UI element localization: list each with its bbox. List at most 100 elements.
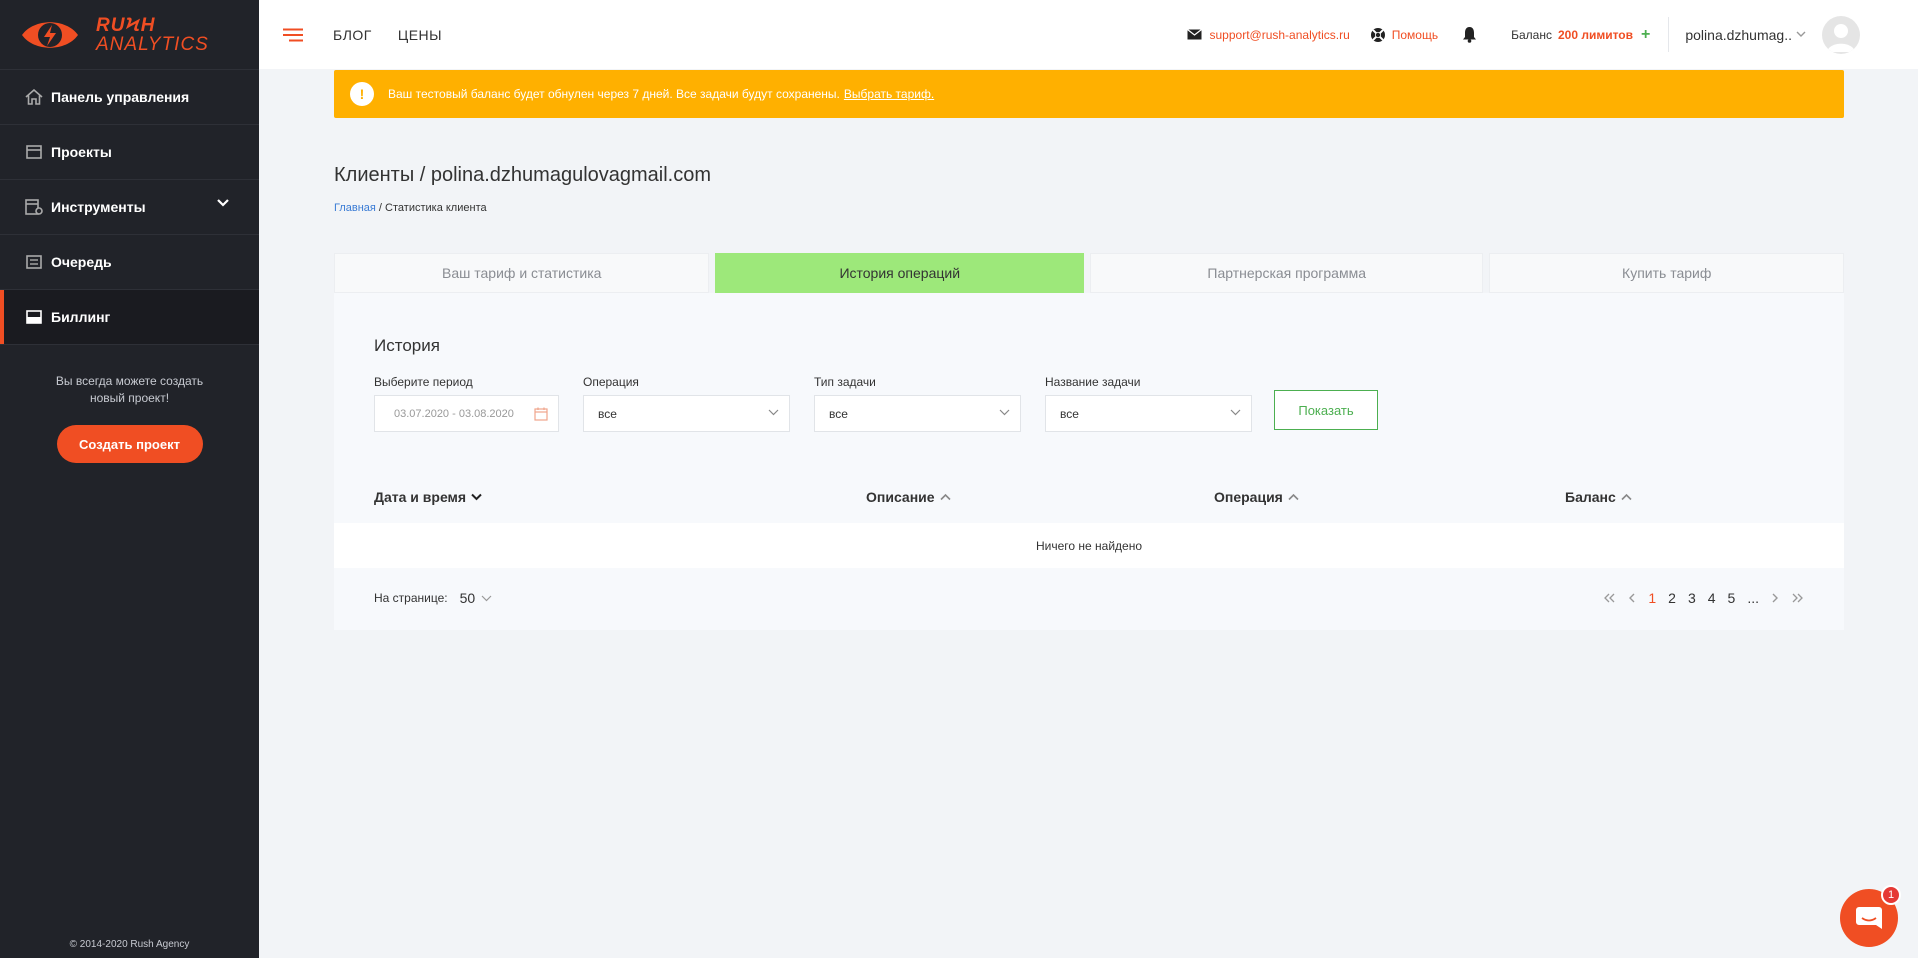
- sort-asc-icon: [1288, 493, 1299, 501]
- period-date-range-input[interactable]: 03.07.2020 - 03.08.2020: [374, 395, 559, 432]
- page-link[interactable]: 4: [1708, 590, 1716, 606]
- bell-icon[interactable]: [1462, 26, 1477, 43]
- page-link[interactable]: 5: [1728, 590, 1736, 606]
- logo-text: RUϞH ANALYTICS: [96, 16, 209, 54]
- column-label: Дата и время: [374, 489, 467, 505]
- projects-icon: [24, 143, 44, 161]
- chevron-down-icon: [768, 409, 779, 416]
- pagination: 1 2 3 4 5 ...: [1591, 590, 1804, 606]
- sidebar-item-queue[interactable]: Очередь: [0, 235, 259, 290]
- operation-filter: Операция все: [583, 375, 790, 432]
- show-button[interactable]: Показать: [1274, 390, 1378, 430]
- sidebar-item-label: Инструменты: [51, 199, 146, 215]
- sidebar-item-projects[interactable]: Проекты: [0, 125, 259, 180]
- chevron-down-icon: [1796, 31, 1806, 37]
- add-balance-button[interactable]: +: [1641, 26, 1650, 44]
- sidebar-item-label: Биллинг: [51, 309, 111, 325]
- first-page-icon[interactable]: [1603, 590, 1616, 606]
- breadcrumb-current: Статистика клиента: [385, 202, 487, 214]
- sidebar: RUϞH ANALYTICS Панель управления Проекты…: [0, 0, 259, 958]
- task-type-filter: Тип задачи все: [814, 375, 1021, 432]
- page-ellipsis[interactable]: ...: [1747, 590, 1759, 606]
- create-project-button[interactable]: Создать проект: [56, 425, 203, 463]
- next-page-icon[interactable]: [1771, 590, 1779, 606]
- nav-link-blog[interactable]: БЛОГ: [333, 27, 372, 43]
- empty-table-row: Ничего не найдено: [334, 523, 1844, 568]
- support-link[interactable]: support@rush-analytics.ru: [1186, 27, 1350, 42]
- user-avatar-icon: [1827, 23, 1855, 52]
- tab-partner-program[interactable]: Партнерская программа: [1090, 253, 1484, 293]
- task-name-label: Название задачи: [1045, 375, 1141, 389]
- column-label: Операция: [1214, 489, 1283, 505]
- column-header-balance[interactable]: Баланс: [1565, 489, 1632, 505]
- sort-asc-icon: [1621, 493, 1632, 501]
- per-page-label: На странице:: [374, 591, 448, 605]
- column-header-operation[interactable]: Операция: [1214, 489, 1299, 505]
- operation-select[interactable]: все: [583, 395, 790, 432]
- breadcrumb-home[interactable]: Главная: [334, 202, 376, 214]
- lifebuoy-icon: [1370, 27, 1385, 42]
- page-link[interactable]: 3: [1688, 590, 1696, 606]
- warning-icon: !: [350, 82, 374, 106]
- choose-tariff-link[interactable]: Выбрать тариф.: [844, 87, 934, 101]
- sort-asc-icon: [939, 493, 951, 501]
- task-type-select[interactable]: все: [814, 395, 1021, 432]
- sidebar-note: Вы всегда можете создать новый проект!: [55, 374, 204, 405]
- chevron-down-icon: [217, 199, 229, 207]
- operation-label: Операция: [583, 375, 639, 389]
- support-email: support@rush-analytics.ru: [1209, 27, 1350, 42]
- column-label: Описание: [866, 489, 935, 505]
- help-link[interactable]: Помощь: [1370, 27, 1438, 43]
- nav-link-prices[interactable]: ЦЕНЫ: [398, 27, 442, 43]
- period-label: Выберите период: [374, 375, 473, 389]
- sidebar-item-dashboard[interactable]: Панель управления: [0, 70, 259, 125]
- task-name-filter: Название задачи все: [1045, 375, 1252, 432]
- column-header-datetime[interactable]: Дата и время: [374, 489, 482, 505]
- page-link[interactable]: 1: [1648, 590, 1656, 606]
- home-icon: [24, 88, 44, 106]
- task-type-label: Тип задачи: [814, 375, 876, 389]
- sidebar-item-label: Проекты: [51, 144, 112, 160]
- history-panel: История Выберите период 03.07.2020 - 03.…: [334, 293, 1844, 630]
- balance: Баланс 200 лимитов +: [1511, 26, 1650, 44]
- column-header-description[interactable]: Описание: [866, 489, 951, 505]
- page-title: Клиенты / polina.dzhumagulovagmail.com: [334, 164, 712, 186]
- trial-alert: ! Ваш тестовый баланс будет обнулен чере…: [334, 70, 1844, 118]
- balance-label: Баланс: [1511, 27, 1552, 42]
- logo-eye-icon: [22, 21, 78, 48]
- help-label: Помощь: [1391, 27, 1439, 42]
- logo[interactable]: RUϞH ANALYTICS: [0, 0, 259, 70]
- chat-unread-badge: 1: [1881, 885, 1901, 905]
- chevron-down-icon: [1230, 409, 1241, 416]
- task-name-select[interactable]: все: [1045, 395, 1252, 432]
- logo-line-2: ANALYTICS: [96, 33, 209, 55]
- column-label: Баланс: [1565, 489, 1616, 505]
- tab-tariff-stats[interactable]: Ваш тариф и статистика: [334, 253, 710, 293]
- menu-toggle-icon[interactable]: [283, 28, 305, 42]
- balance-value: 200 лимитов: [1557, 27, 1634, 42]
- page-link[interactable]: 2: [1668, 590, 1676, 606]
- billing-icon: [24, 308, 44, 326]
- mail-icon: [1186, 29, 1202, 40]
- sidebar-item-billing[interactable]: Биллинг: [0, 290, 259, 345]
- user-menu[interactable]: polina.dzhumag..: [1668, 17, 1806, 52]
- per-page: На странице: 50: [374, 590, 492, 606]
- per-page-select[interactable]: 50: [460, 590, 476, 606]
- last-page-icon[interactable]: [1791, 590, 1804, 606]
- user-name: polina.dzhumag..: [1685, 26, 1792, 43]
- prev-page-icon[interactable]: [1628, 590, 1636, 606]
- chevron-down-icon[interactable]: [481, 595, 492, 602]
- operation-value: все: [598, 406, 617, 421]
- logo-line-1: RUϞH: [96, 14, 156, 36]
- task-type-value: все: [829, 406, 848, 421]
- tab-operations-history[interactable]: История операций: [715, 253, 1084, 293]
- task-name-value: все: [1060, 406, 1079, 421]
- tab-buy-tariff[interactable]: Купить тариф: [1489, 253, 1844, 293]
- sidebar-item-tools[interactable]: Инструменты: [0, 180, 259, 235]
- breadcrumb-separator: /: [375, 202, 386, 214]
- avatar[interactable]: [1822, 15, 1860, 54]
- chevron-down-icon: [999, 409, 1010, 416]
- sidebar-item-label: Очередь: [51, 254, 112, 270]
- chat-icon: [1856, 907, 1882, 929]
- copyright: © 2014-2020 Rush Agency: [69, 939, 190, 950]
